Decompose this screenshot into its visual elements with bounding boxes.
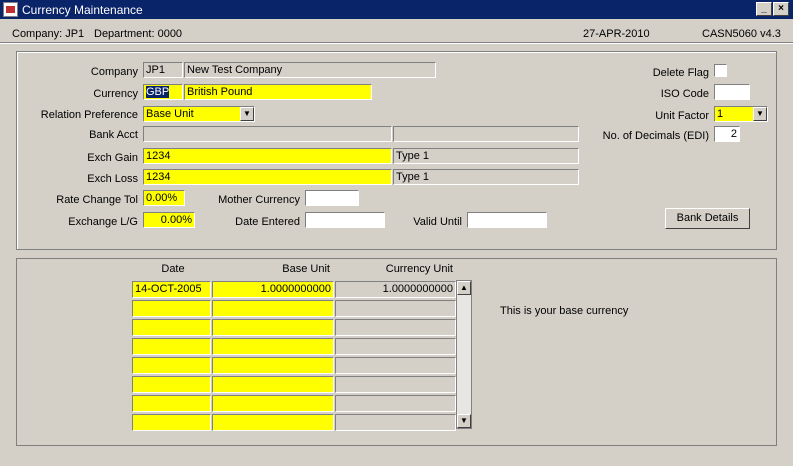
- company-label: Company: [90, 66, 138, 78]
- iso-code-label: ISO Code: [660, 88, 709, 100]
- rate-currency-unit-cell: 1.0000000000: [335, 281, 456, 298]
- currency-unit-column-header: Currency Unit: [385, 263, 453, 275]
- minimize-button[interactable]: _: [756, 2, 772, 16]
- valid-until-label: Valid Until: [413, 216, 462, 228]
- window-title: Currency Maintenance: [22, 3, 143, 17]
- exch-gain-desc-field: Type 1: [393, 148, 579, 164]
- chevron-down-icon[interactable]: ▼: [240, 107, 254, 121]
- bank-acct-label: Bank Acct: [89, 129, 138, 141]
- relation-preference-select[interactable]: Base Unit ▼: [143, 106, 255, 122]
- exch-gain-label: Exch Gain: [87, 152, 138, 164]
- delete-flag-label: Delete Flag: [652, 67, 709, 79]
- exch-gain-field[interactable]: 1234: [143, 148, 392, 164]
- rate-currency-unit-cell: [335, 395, 456, 412]
- rate-date-cell[interactable]: [132, 395, 211, 412]
- currency-code-field[interactable]: GBP: [143, 84, 183, 100]
- rate-currency-unit-cell: [335, 376, 456, 393]
- company-info: Company: JP1: [12, 28, 85, 40]
- program-id: CASN5060 v4.3: [702, 28, 781, 40]
- bank-acct-desc-field: [393, 126, 579, 142]
- rates-scrollbar[interactable]: ▲ ▼: [456, 280, 472, 429]
- bank-details-button[interactable]: Bank Details: [665, 208, 750, 229]
- scroll-down-icon[interactable]: ▼: [457, 414, 471, 428]
- exch-loss-desc-field: Type 1: [393, 169, 579, 185]
- rate-base-unit-cell[interactable]: 1.0000000000: [212, 281, 334, 298]
- company-code-field: JP1: [143, 62, 183, 78]
- current-date: 27-APR-2010: [583, 28, 650, 40]
- exchange-lg-field[interactable]: 0.00%: [143, 212, 195, 228]
- rate-base-unit-cell[interactable]: [212, 338, 334, 355]
- chevron-down-icon[interactable]: ▼: [753, 107, 767, 121]
- date-column-header: Date: [161, 263, 185, 275]
- valid-until-field[interactable]: [467, 212, 547, 228]
- base-currency-message: This is your base currency: [500, 305, 629, 317]
- rate-currency-unit-cell: [335, 357, 456, 374]
- rate-currency-unit-cell: [335, 414, 456, 431]
- rate-date-cell[interactable]: [132, 357, 211, 374]
- title-bar: Currency Maintenance _ ×: [0, 0, 793, 19]
- bank-acct-field[interactable]: [143, 126, 392, 142]
- currency-label: Currency: [93, 88, 138, 100]
- mother-currency-label: Mother Currency: [218, 194, 300, 206]
- close-button[interactable]: ×: [773, 2, 789, 16]
- rate-date-cell[interactable]: [132, 300, 211, 317]
- rate-date-cell[interactable]: [132, 338, 211, 355]
- currency-name-field[interactable]: British Pound: [184, 84, 372, 100]
- rate-currency-unit-cell: [335, 338, 456, 355]
- info-bar: Company: JP1 Department: 0000 27-APR-201…: [0, 20, 793, 42]
- unit-factor-label: Unit Factor: [655, 110, 709, 122]
- exchange-lg-label: Exchange L/G: [68, 216, 138, 228]
- rate-date-cell[interactable]: [132, 376, 211, 393]
- rate-currency-unit-cell: [335, 300, 456, 317]
- rate-date-cell[interactable]: 14-OCT-2005: [132, 281, 211, 298]
- currency-code-value: GBP: [146, 86, 170, 98]
- unit-factor-select[interactable]: 1 ▼: [714, 106, 768, 122]
- rate-date-cell[interactable]: [132, 414, 211, 431]
- rate-base-unit-cell[interactable]: [212, 357, 334, 374]
- exch-loss-field[interactable]: 1234: [143, 169, 392, 185]
- department-info: Department: 0000: [94, 28, 183, 40]
- rate-change-tol-label: Rate Change Tol: [56, 194, 138, 206]
- date-entered-field[interactable]: [305, 212, 385, 228]
- decimals-field[interactable]: 2: [714, 126, 740, 142]
- exch-loss-label: Exch Loss: [87, 173, 138, 185]
- iso-code-field[interactable]: [714, 84, 750, 100]
- rate-base-unit-cell[interactable]: [212, 414, 334, 431]
- rate-base-unit-cell[interactable]: [212, 395, 334, 412]
- mother-currency-field[interactable]: [305, 190, 359, 206]
- rate-base-unit-cell[interactable]: [212, 376, 334, 393]
- relation-preference-value: Base Unit: [146, 108, 194, 120]
- rate-date-cell[interactable]: [132, 319, 211, 336]
- rate-currency-unit-cell: [335, 319, 456, 336]
- relation-preference-label: Relation Preference: [40, 109, 138, 121]
- date-entered-label: Date Entered: [235, 216, 300, 228]
- delete-flag-checkbox[interactable]: [714, 64, 727, 77]
- rate-base-unit-cell[interactable]: [212, 300, 334, 317]
- company-name-field: New Test Company: [184, 62, 436, 78]
- app-icon: [3, 2, 18, 17]
- scroll-up-icon[interactable]: ▲: [457, 281, 471, 295]
- decimals-label: No. of Decimals (EDI): [602, 130, 709, 142]
- unit-factor-value: 1: [717, 108, 724, 120]
- rate-base-unit-cell[interactable]: [212, 319, 334, 336]
- rate-change-tol-field[interactable]: 0.00%: [143, 190, 185, 206]
- base-unit-column-header: Base Unit: [282, 263, 330, 275]
